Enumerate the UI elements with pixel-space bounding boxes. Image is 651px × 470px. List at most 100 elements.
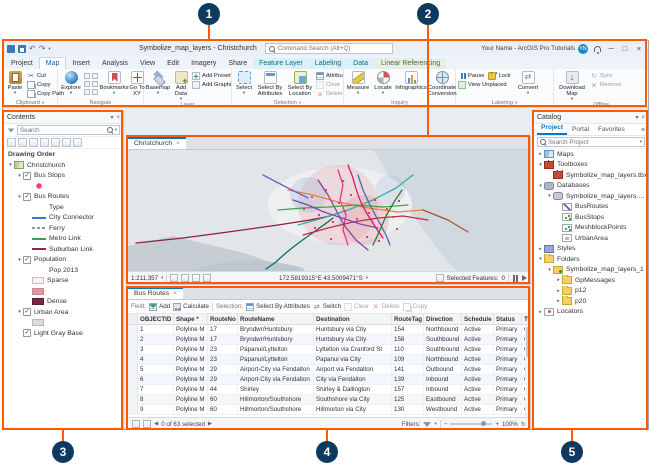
table-row[interactable]: 9 Polyline M 60 Hillmorton/Southshore Hillmo… [128, 405, 530, 415]
list-by-snapping-icon[interactable] [51, 138, 60, 147]
tab-feature-layer[interactable]: Feature Layer [253, 58, 309, 69]
tab-insert[interactable]: Insert [66, 58, 96, 69]
select-button[interactable]: Select ▾ [233, 70, 255, 99]
column-header-direction[interactable]: Direction [424, 314, 462, 324]
pane-menu-icon[interactable]: ▾ [110, 114, 113, 121]
tree-item-urbanarea[interactable]: UrbanArea [534, 233, 648, 244]
expander-icon[interactable]: ▾ [546, 193, 553, 199]
tree-item-busstops[interactable]: BusStops [534, 212, 648, 223]
row-selector-cell[interactable] [128, 345, 138, 354]
map-scale[interactable]: 1:211,357 [131, 275, 158, 282]
zoom-in-button[interactable]: + [495, 421, 499, 428]
list-by-selection-icon[interactable] [29, 138, 38, 147]
catalog-search-input[interactable] [548, 138, 638, 146]
tree-item-bus-stops[interactable]: ▾ ✓ Bus Stops [4, 171, 123, 182]
pane-menu-icon[interactable]: ▾ [635, 114, 638, 121]
view-unplaced-button[interactable]: View Unplaced [457, 81, 515, 89]
basemap-icon[interactable] [181, 274, 190, 282]
copy-rows-button[interactable]: Copy [402, 302, 427, 311]
message-icon[interactable] [203, 274, 212, 282]
tree-item-gpmessages[interactable]: ▸ GpMessages [534, 275, 648, 286]
tab-data[interactable]: Data [347, 58, 374, 69]
table-scrollbar[interactable] [525, 325, 530, 417]
select-by-attributes-button[interactable]: Select By Attributes [246, 302, 310, 311]
fixed-zoom-in-icon[interactable] [92, 73, 98, 79]
symbol-row[interactable] [4, 286, 123, 297]
full-extent-icon[interactable] [84, 73, 90, 79]
table-view-icon[interactable] [132, 420, 140, 428]
chevron-down-icon[interactable]: ▾ [434, 421, 436, 427]
close-icon[interactable]: × [176, 140, 180, 147]
coordinate-conversion-button[interactable]: Coordinate Conversion [427, 70, 457, 99]
list-by-drawing-order-icon[interactable] [7, 138, 16, 147]
row-selector-cell[interactable] [128, 355, 138, 364]
pause-drawing-icon[interactable] [512, 274, 519, 282]
command-search-input[interactable] [277, 45, 389, 52]
expander-icon[interactable]: ▾ [16, 194, 23, 200]
list-by-charts-icon[interactable] [73, 138, 82, 147]
save-button[interactable] [18, 44, 26, 53]
minimize-button[interactable]: ─ [604, 44, 618, 53]
locate-button[interactable]: Locate ▾ [371, 70, 395, 99]
expander-icon[interactable]: ▾ [16, 173, 23, 179]
expander-icon[interactable]: ▸ [555, 298, 562, 304]
delete-button[interactable]: Delete [315, 90, 343, 98]
table-tab-bus-routes[interactable]: Bus Routes × [128, 288, 183, 299]
map-view-tab[interactable]: Christchurch × [128, 137, 186, 149]
record-nav-next-icon[interactable]: ▶ [208, 421, 212, 427]
symbol-swatch-fill-gray[interactable] [32, 319, 44, 327]
symbol-swatch-line-blue[interactable] [32, 216, 46, 219]
column-header-objectid[interactable]: OBJECTID * [138, 314, 174, 324]
tab-share[interactable]: Share [222, 58, 253, 69]
expander-icon[interactable]: ▾ [537, 183, 544, 189]
tab-analysis[interactable]: Analysis [96, 58, 134, 69]
select-by-location-button[interactable]: Select By Location [285, 70, 315, 99]
table-row[interactable]: 3 Polyline M 23 Papanui/Lyttelton Lyttelton … [128, 345, 530, 355]
customize-qat-caret-icon[interactable]: ▾ [48, 46, 50, 52]
scale-dropdown-caret-icon[interactable]: ▾ [161, 275, 163, 281]
dialog-launcher-icon[interactable]: ▾ [515, 100, 517, 106]
column-header-shape[interactable]: Shape * [174, 314, 208, 324]
tree-item-toolboxes[interactable]: ▾ Toolboxes [534, 159, 648, 171]
tab-view[interactable]: View [134, 58, 161, 69]
expander-icon[interactable]: ▾ [537, 162, 544, 168]
tree-item-bus-routes[interactable]: ▾ ✓ Bus Routes [4, 192, 123, 203]
clear-selection-button[interactable]: Clear [315, 81, 343, 89]
visibility-checkbox[interactable]: ✓ [23, 192, 31, 201]
tree-item-databases[interactable]: ▾ Databases [534, 181, 648, 192]
dialog-launcher-icon[interactable]: ▾ [42, 100, 44, 106]
contents-search-input[interactable] [20, 126, 105, 134]
column-header-ty[interactable]: Ty [522, 314, 530, 324]
table-row[interactable]: 5 Polyline M 29 Airport-City via Fendalton A… [128, 365, 530, 375]
symbol-swatch-line-green[interactable] [32, 237, 46, 240]
calculate-field-button[interactable]: Calculate [173, 302, 209, 311]
tree-item-maps[interactable]: ▸ Maps [534, 149, 648, 160]
row-selector-cell[interactable] [128, 335, 138, 344]
column-header-routename[interactable]: RouteName [238, 314, 314, 324]
add-field-button[interactable]: Add [149, 302, 170, 311]
catalog-search[interactable]: ▾ [537, 137, 645, 147]
refresh-icon[interactable]: ↻ [521, 421, 526, 428]
tree-item-city-connector[interactable]: City Connector [4, 213, 123, 224]
expander-icon[interactable]: ▾ [7, 162, 14, 168]
record-nav-prev-icon[interactable]: ◀ [154, 421, 158, 427]
redo-button[interactable]: ↷ [39, 44, 46, 53]
measure-button[interactable]: Measure ▾ [345, 70, 371, 99]
snapping-icon[interactable] [192, 274, 201, 282]
zoom-out-button[interactable]: − [444, 421, 448, 428]
tree-item-dense[interactable]: Dense [4, 297, 123, 308]
tree-item-type[interactable]: Type [4, 202, 123, 213]
infographics-button[interactable]: Infographics [395, 70, 427, 99]
catalog-tab-favorites[interactable]: Favorites [594, 125, 629, 135]
bookmarks-icon[interactable] [170, 274, 179, 282]
tree-item-folders[interactable]: ▾ Folders [534, 254, 648, 265]
fixed-zoom-out-icon[interactable] [84, 89, 90, 95]
table-row[interactable]: 8 Polyline M 60 Hillmorton/Southshore Souths… [128, 395, 530, 405]
explore-button[interactable]: Explore ▾ [59, 70, 83, 99]
chevron-down-icon[interactable]: ▾ [115, 127, 117, 133]
tree-item-pop-2013[interactable]: Pop 2013 [4, 265, 123, 276]
paste-button[interactable]: Paste ▾ [4, 70, 26, 99]
pause-labeling-button[interactable]: Pause [457, 72, 485, 80]
download-map-button[interactable]: ↓ Download Map ▾ [555, 70, 589, 102]
attributes-button[interactable]: Attributes [315, 72, 343, 80]
